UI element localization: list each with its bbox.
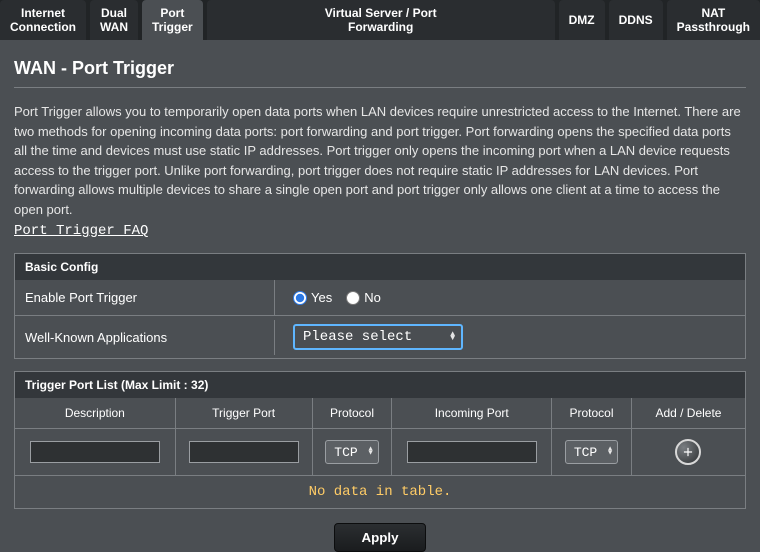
empty-message: No data in table. — [15, 476, 745, 508]
table-header-row: Description Trigger Port Protocol Incomi… — [15, 398, 745, 428]
incoming-port-input[interactable] — [407, 441, 537, 463]
tab-label: NAT Passthrough — [677, 6, 750, 35]
col-add-delete: Add / Delete — [631, 398, 745, 428]
tab-virtual-server[interactable]: Virtual Server / Port Forwarding — [207, 0, 555, 40]
basic-config-panel: Basic Config Enable Port Trigger Yes No — [14, 253, 746, 359]
select-value: TCP — [574, 445, 597, 460]
tab-label: Port Trigger — [152, 6, 193, 35]
tab-dmz[interactable]: DMZ — [559, 0, 605, 40]
tab-label: DMZ — [569, 13, 595, 27]
enable-yes-radio[interactable] — [293, 291, 307, 305]
chevron-updown-icon: ▲▼ — [368, 449, 372, 456]
trigger-port-input[interactable] — [189, 441, 299, 463]
enable-no-option[interactable]: No — [346, 290, 381, 305]
col-protocol2: Protocol — [551, 398, 631, 428]
tab-internet-connection[interactable]: Internet Connection — [0, 0, 86, 40]
chevron-updown-icon: ▲▼ — [608, 449, 612, 456]
col-trigger-port: Trigger Port — [175, 398, 312, 428]
add-row-button[interactable] — [675, 439, 701, 465]
page-title: WAN - Port Trigger — [14, 58, 746, 79]
basic-config-header: Basic Config — [15, 254, 745, 280]
tab-label: Virtual Server / Port Forwarding — [325, 6, 437, 35]
description-input[interactable] — [30, 441, 160, 463]
well-known-apps-label: Well-Known Applications — [15, 320, 275, 355]
tab-ddns[interactable]: DDNS — [609, 0, 663, 40]
col-incoming-port: Incoming Port — [391, 398, 551, 428]
enable-yes-label: Yes — [311, 290, 332, 305]
tab-nat-passthrough[interactable]: NAT Passthrough — [667, 0, 760, 40]
faq-link[interactable]: Port Trigger FAQ — [14, 223, 148, 239]
protocol1-select[interactable]: TCP ▲▼ — [325, 440, 378, 464]
tab-port-trigger[interactable]: Port Trigger — [142, 0, 203, 40]
separator — [14, 87, 746, 88]
enable-port-trigger-label: Enable Port Trigger — [15, 280, 275, 315]
table-new-row: TCP ▲▼ TCP ▲▼ — [15, 428, 745, 475]
enable-no-radio[interactable] — [346, 291, 360, 305]
enable-no-label: No — [364, 290, 381, 305]
tab-label: DDNS — [619, 13, 653, 27]
select-value: TCP — [334, 445, 357, 460]
col-description: Description — [15, 398, 175, 428]
tab-label: Internet Connection — [10, 6, 76, 35]
chevron-updown-icon: ▲▼ — [450, 333, 455, 341]
enable-port-trigger-radio-group: Yes No — [293, 290, 381, 305]
protocol2-select[interactable]: TCP ▲▼ — [565, 440, 618, 464]
page-description: Port Trigger allows you to temporarily o… — [14, 102, 746, 219]
select-value: Please select — [303, 329, 412, 345]
table-empty-row: No data in table. — [15, 475, 745, 508]
tab-bar: Internet Connection Dual WAN Port Trigge… — [0, 0, 760, 40]
trigger-port-list-panel: Trigger Port List (Max Limit : 32) Descr… — [14, 371, 746, 509]
trigger-port-list-header: Trigger Port List (Max Limit : 32) — [15, 372, 745, 398]
enable-yes-option[interactable]: Yes — [293, 290, 332, 305]
apply-button[interactable]: Apply — [334, 523, 425, 552]
plus-icon — [681, 445, 695, 459]
col-protocol1: Protocol — [312, 398, 392, 428]
well-known-apps-select[interactable]: Please select ▲▼ — [293, 324, 463, 350]
tab-dual-wan[interactable]: Dual WAN — [90, 0, 138, 40]
tab-label: Dual WAN — [100, 6, 128, 35]
